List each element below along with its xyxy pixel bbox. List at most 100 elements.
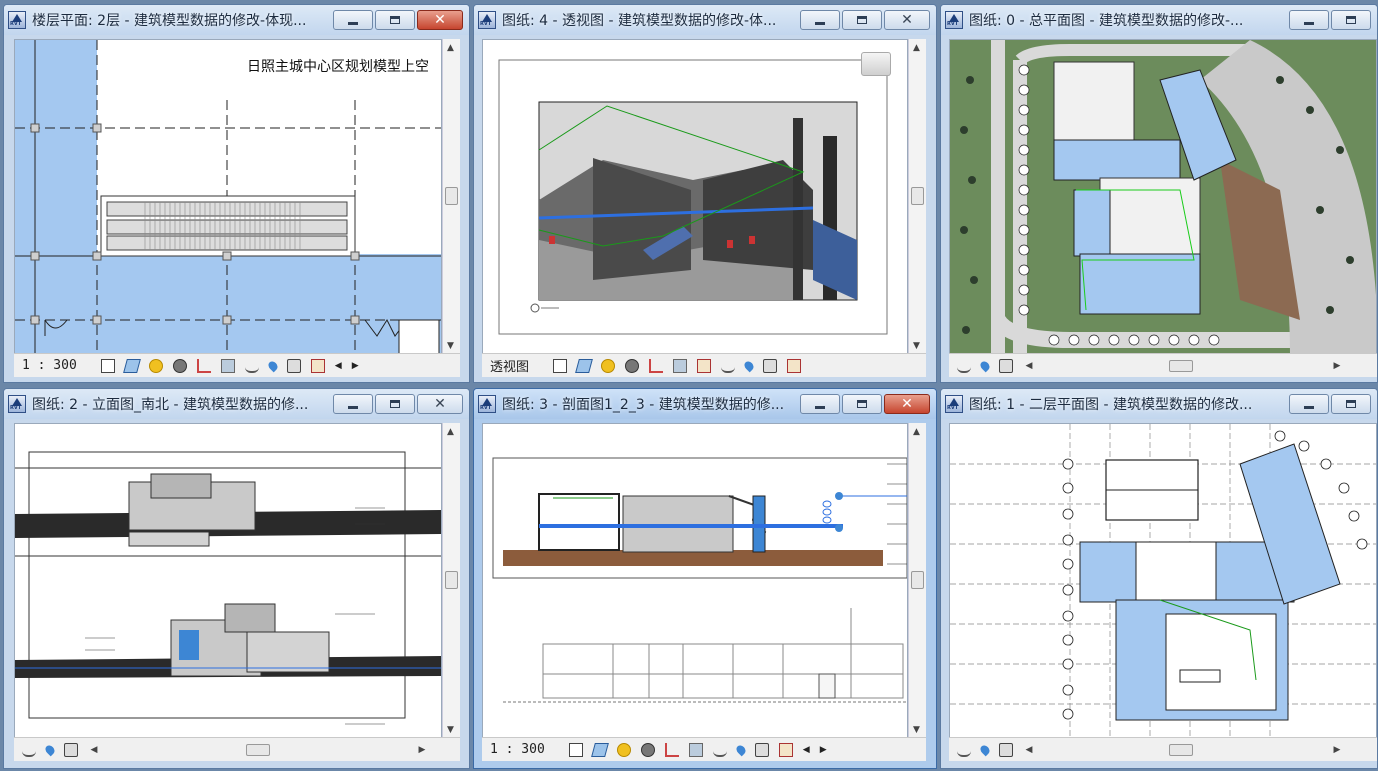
- scroll-thumb[interactable]: [1169, 359, 1193, 372]
- crop-view-icon[interactable]: [664, 742, 679, 757]
- view-cube-icon[interactable]: [861, 52, 891, 76]
- maximize-button[interactable]: [375, 394, 415, 414]
- reveal-hidden-icon[interactable]: [978, 359, 992, 372]
- window-site-plan[interactable]: RVT 图纸: 0 - 总平面图 - 建筑模型数据的修改-... ◀ ▶: [940, 4, 1378, 383]
- temporary-hide-icon[interactable]: [957, 743, 971, 757]
- analytical-model-icon[interactable]: [310, 358, 325, 373]
- view-canvas[interactable]: [482, 39, 908, 355]
- title-bar[interactable]: RVT 图纸: 1 - 二层平面图 - 建筑模型数据的修改...: [941, 389, 1377, 419]
- minimize-button[interactable]: [333, 10, 373, 30]
- analytical-model-icon[interactable]: [778, 742, 793, 757]
- reveal-hidden-icon[interactable]: [742, 359, 756, 372]
- window-perspective[interactable]: RVT 图纸: 4 - 透视图 - 建筑模型数据的修改-体... ✕ ▲ ▼ 透…: [473, 4, 937, 383]
- detail-level-icon[interactable]: [553, 358, 568, 373]
- scroll-left-icon[interactable]: ◀: [335, 361, 342, 371]
- scroll-left-icon[interactable]: ◀: [803, 745, 810, 755]
- show-crop-icon[interactable]: [688, 742, 703, 757]
- view-canvas[interactable]: 日照主城中心区规划模型上空: [14, 39, 442, 355]
- title-bar[interactable]: RVT 图纸: 0 - 总平面图 - 建筑模型数据的修改-...: [941, 5, 1377, 35]
- crop-view-icon[interactable]: [649, 358, 664, 373]
- title-bar[interactable]: RVT 楼层平面: 2层 - 建筑模型数据的修改-体现... ✕: [4, 5, 469, 35]
- scroll-down-icon[interactable]: ▼: [447, 725, 454, 735]
- shadows-icon[interactable]: [625, 358, 640, 373]
- maximize-button[interactable]: [375, 10, 415, 30]
- revit-app-icon[interactable]: RVT: [478, 11, 496, 29]
- show-crop-icon[interactable]: [220, 358, 235, 373]
- scroll-thumb[interactable]: [911, 187, 924, 205]
- revit-app-icon[interactable]: RVT: [8, 395, 26, 413]
- render-icon[interactable]: [999, 358, 1013, 373]
- scroll-left-icon[interactable]: ◀: [1023, 361, 1035, 371]
- shadows-icon[interactable]: [640, 742, 655, 757]
- temporary-hide-icon[interactable]: [244, 359, 259, 373]
- lock-view-icon[interactable]: [697, 358, 712, 373]
- scroll-thumb[interactable]: [911, 571, 924, 589]
- revit-app-icon[interactable]: RVT: [478, 395, 496, 413]
- vertical-scrollbar[interactable]: ▲ ▼: [908, 423, 926, 739]
- detail-level-icon[interactable]: [100, 358, 115, 373]
- scroll-down-icon[interactable]: ▼: [913, 725, 920, 735]
- close-button[interactable]: ✕: [884, 394, 930, 414]
- scale-label[interactable]: 1 : 300: [22, 358, 77, 373]
- render-icon[interactable]: [64, 742, 78, 757]
- vertical-scrollbar[interactable]: ▲ ▼: [442, 423, 460, 739]
- vertical-scrollbar[interactable]: ▲ ▼: [908, 39, 926, 355]
- scroll-right-icon[interactable]: ▶: [352, 361, 359, 371]
- minimize-button[interactable]: [800, 10, 840, 30]
- revit-app-icon[interactable]: RVT: [945, 395, 963, 413]
- reveal-hidden-icon[interactable]: [734, 743, 748, 756]
- horizontal-scrollbar[interactable]: ◀ ▶: [88, 743, 428, 757]
- visual-style-icon[interactable]: [122, 358, 141, 373]
- minimize-button[interactable]: [800, 394, 840, 414]
- scroll-right-icon[interactable]: ▶: [416, 745, 428, 755]
- reveal-hidden-icon[interactable]: [43, 743, 57, 756]
- maximize-button[interactable]: [1331, 10, 1371, 30]
- title-bar[interactable]: RVT 图纸: 2 - 立面图_南北 - 建筑模型数据的修... ✕: [4, 389, 469, 419]
- reveal-hidden-icon[interactable]: [266, 359, 280, 372]
- scale-label[interactable]: 1 : 300: [490, 742, 545, 757]
- title-bar[interactable]: RVT 图纸: 3 - 剖面图1_2_3 - 建筑模型数据的修... ✕: [474, 389, 936, 419]
- maximize-button[interactable]: [842, 394, 882, 414]
- render-icon[interactable]: [286, 358, 301, 373]
- visual-style-icon[interactable]: [575, 358, 593, 373]
- horizontal-scrollbar[interactable]: ◀ ▶: [1023, 359, 1343, 373]
- title-bar[interactable]: RVT 图纸: 4 - 透视图 - 建筑模型数据的修改-体... ✕: [474, 5, 936, 35]
- minimize-button[interactable]: [1289, 10, 1329, 30]
- window-floor-plan-2f[interactable]: RVT 楼层平面: 2层 - 建筑模型数据的修改-体现... ✕ 日照主城中心区…: [3, 4, 470, 383]
- scroll-thumb[interactable]: [246, 743, 270, 756]
- crop-view-icon[interactable]: [196, 358, 211, 373]
- shadows-icon[interactable]: [172, 358, 187, 373]
- maximize-button[interactable]: [1331, 394, 1371, 414]
- scroll-thumb[interactable]: [1169, 743, 1193, 756]
- view-type-label[interactable]: 透视图: [490, 356, 529, 375]
- revit-app-icon[interactable]: RVT: [945, 11, 963, 29]
- detail-level-icon[interactable]: [568, 742, 583, 757]
- view-canvas[interactable]: [482, 423, 908, 739]
- scroll-thumb[interactable]: [445, 571, 458, 589]
- sun-path-icon[interactable]: [148, 358, 163, 373]
- sun-path-icon[interactable]: [601, 358, 616, 373]
- view-canvas[interactable]: [949, 423, 1377, 739]
- reveal-hidden-icon[interactable]: [978, 743, 992, 756]
- temporary-hide-icon[interactable]: [721, 359, 736, 373]
- scroll-right-icon[interactable]: ▶: [1331, 361, 1343, 371]
- close-button[interactable]: ✕: [884, 10, 930, 30]
- window-elevation-sheet[interactable]: RVT 图纸: 2 - 立面图_南北 - 建筑模型数据的修... ✕ ▲ ▼ ◀…: [3, 388, 470, 769]
- vertical-scrollbar[interactable]: ▲ ▼: [442, 39, 460, 355]
- show-crop-icon[interactable]: [673, 358, 688, 373]
- scroll-up-icon[interactable]: ▲: [447, 427, 454, 437]
- render-icon[interactable]: [754, 742, 769, 757]
- sun-path-icon[interactable]: [616, 742, 631, 757]
- revit-app-icon[interactable]: RVT: [8, 11, 26, 29]
- close-button[interactable]: ✕: [417, 394, 463, 414]
- scroll-up-icon[interactable]: ▲: [913, 427, 920, 437]
- scroll-down-icon[interactable]: ▼: [447, 341, 454, 351]
- temporary-hide-icon[interactable]: [22, 743, 36, 757]
- visual-style-icon[interactable]: [590, 742, 609, 757]
- scroll-up-icon[interactable]: ▲: [913, 43, 920, 53]
- minimize-button[interactable]: [1289, 394, 1329, 414]
- scroll-left-icon[interactable]: ◀: [1023, 745, 1035, 755]
- temporary-hide-icon[interactable]: [957, 359, 971, 373]
- scroll-right-icon[interactable]: ▶: [820, 745, 827, 755]
- scroll-left-icon[interactable]: ◀: [88, 745, 100, 755]
